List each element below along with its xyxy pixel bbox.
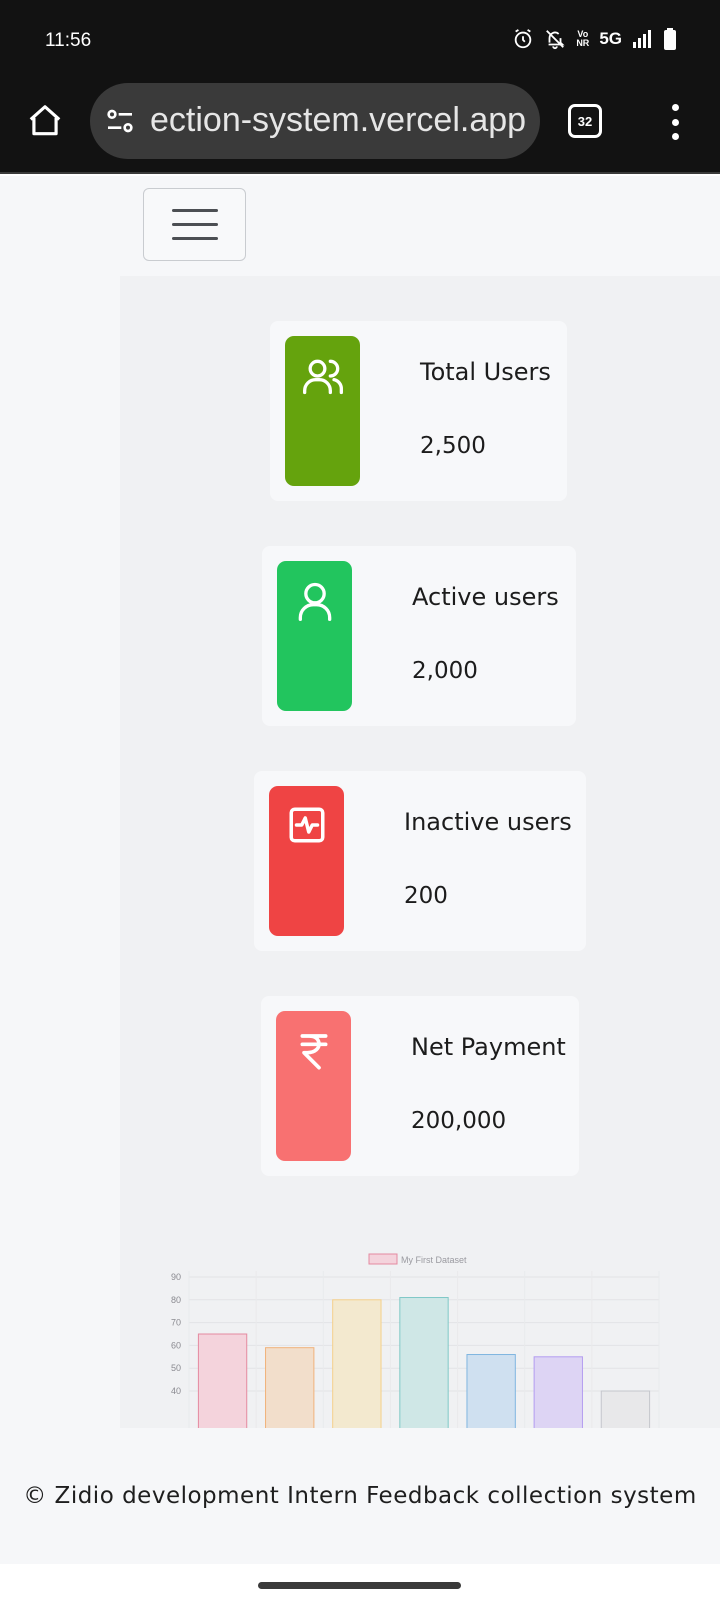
user-icon [298, 582, 331, 621]
rupee-icon [300, 1034, 327, 1070]
alarm-icon [512, 28, 534, 50]
tab-switcher-button[interactable]: 32 [568, 104, 602, 138]
chart-bar [466, 1354, 516, 1428]
volte-icon: Vo NR [576, 29, 590, 48]
status-time: 11:56 [45, 30, 92, 51]
stat-value: 2,500 [420, 433, 486, 459]
home-gesture-handle[interactable] [258, 1582, 461, 1589]
y-tick-label: 50 [171, 1363, 181, 1373]
browser-toolbar: ection-system.vercel.app 32 [0, 82, 720, 174]
stat-card-active-users: Active users 2,000 [262, 546, 576, 726]
bar-chart: My First Dataset 90 80 70 60 50 40 [124, 1251, 664, 1428]
stat-value: 200,000 [411, 1108, 507, 1134]
stat-card-inactive-users: Inactive users 200 [254, 771, 586, 951]
stat-card-total-users: Total Users 2,500 [270, 321, 567, 501]
stat-card-net-payment: Net Payment 200,000 [261, 996, 579, 1176]
footer: © Zidio development Intern Feedback coll… [0, 1428, 720, 1564]
signal-icon [632, 29, 654, 49]
stat-tile [277, 561, 352, 711]
home-button[interactable] [22, 98, 68, 144]
stat-label: Inactive users [404, 808, 572, 836]
stat-tile [269, 786, 344, 936]
bell-off-icon [544, 28, 566, 50]
site-settings-icon[interactable] [104, 105, 136, 141]
url-text: ection-system.vercel.app [150, 101, 527, 139]
page: Total Users 2,500 Active users 2,000 Ina… [0, 176, 720, 1564]
browser-menu-button[interactable] [660, 100, 690, 144]
gesture-bar [0, 1564, 720, 1608]
chart-bar [197, 1333, 248, 1428]
chart-bar [265, 1347, 315, 1428]
users-icon [302, 359, 343, 395]
bar-chart-svg: My First Dataset 90 80 70 60 50 40 [171, 1253, 660, 1428]
chart-bar [533, 1356, 583, 1428]
stat-value: 200 [404, 883, 448, 909]
footer-text: © Zidio development Intern Feedback coll… [23, 1483, 697, 1509]
y-tick-label: 70 [171, 1318, 181, 1328]
chart-bar [332, 1299, 382, 1428]
stat-label: Active users [412, 583, 559, 611]
activity-icon [289, 807, 324, 843]
battery-icon [664, 28, 676, 50]
y-tick-label: 60 [171, 1340, 181, 1350]
chart-bar [600, 1390, 651, 1428]
hamburger-icon [171, 209, 218, 212]
status-icons: Vo NR 5G [512, 28, 676, 50]
address-bar[interactable]: ection-system.vercel.app [90, 83, 540, 159]
chart-bar [399, 1297, 449, 1428]
stat-label: Total Users [420, 358, 551, 386]
y-tick-label: 40 [171, 1386, 181, 1396]
status-bar: 11:56 Vo NR 5G [0, 0, 720, 82]
home-icon [29, 105, 61, 136]
stat-label: Net Payment [411, 1033, 566, 1061]
stat-tile [285, 336, 360, 486]
stat-value: 2,000 [412, 658, 478, 684]
legend-label: My First Dataset [401, 1255, 467, 1265]
legend-swatch [368, 1253, 398, 1265]
y-tick-label: 80 [171, 1295, 181, 1305]
y-tick-label: 90 [171, 1272, 181, 1282]
navbar-toggle-button[interactable] [143, 188, 246, 261]
network-type: 5G [599, 29, 622, 48]
stat-tile [276, 1011, 351, 1161]
